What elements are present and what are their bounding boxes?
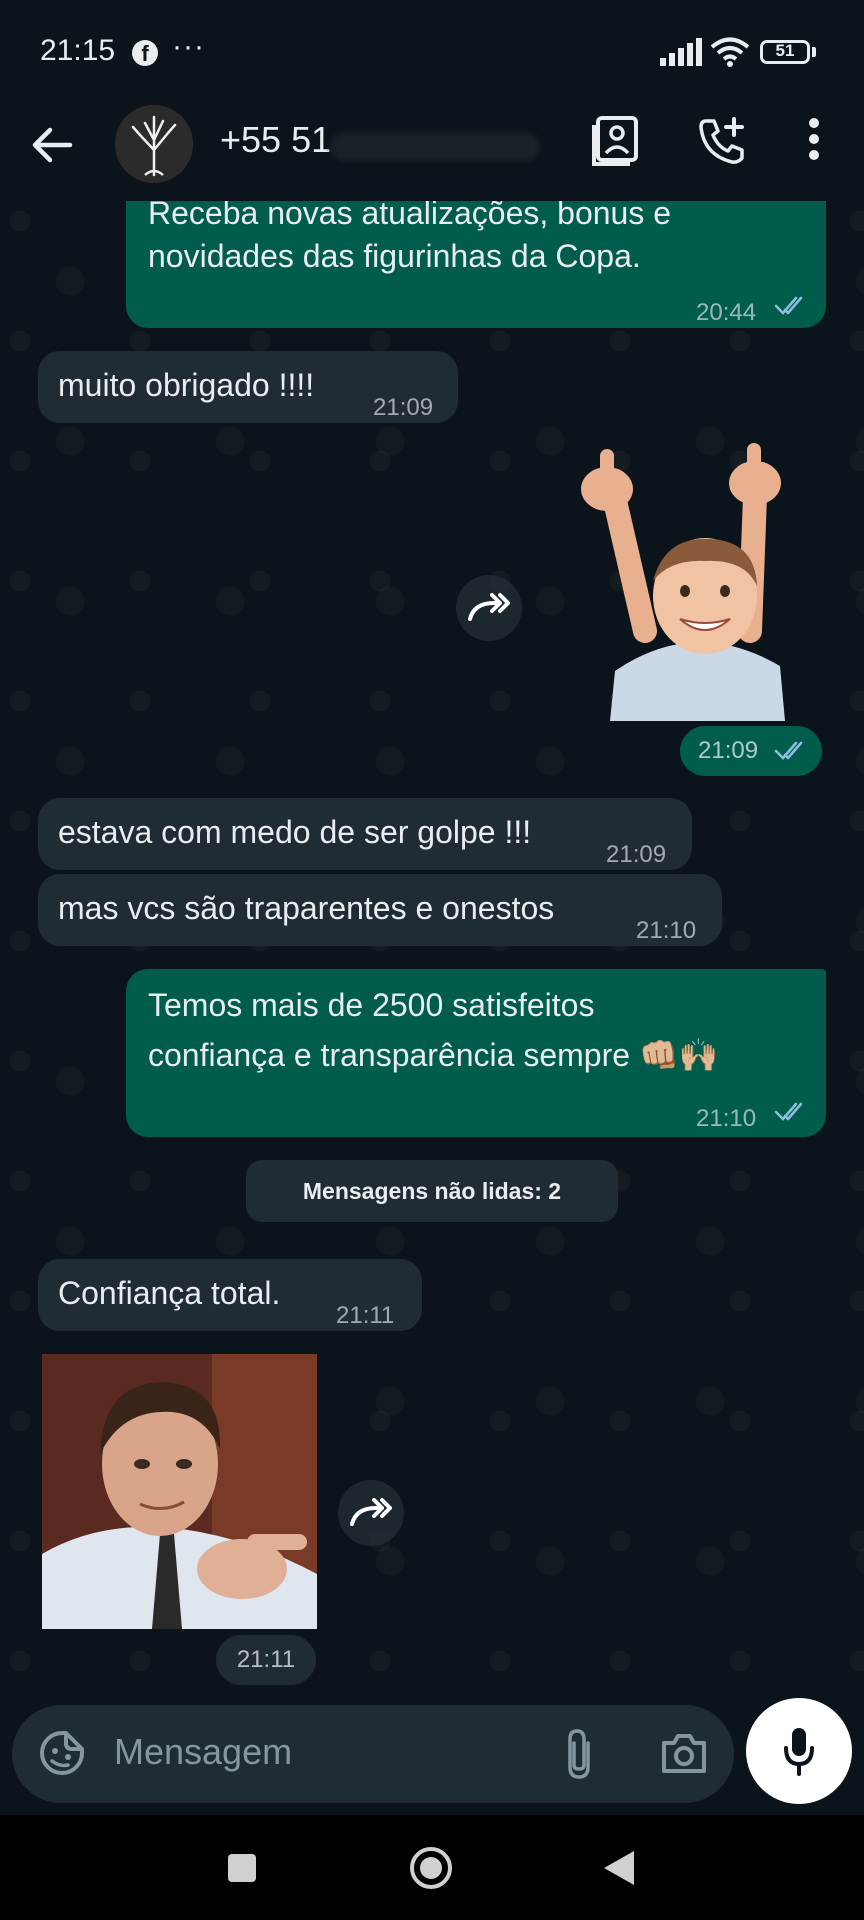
forward-icon: [350, 1498, 392, 1526]
battery-level: 51: [775, 41, 795, 60]
microphone-icon: [784, 1728, 814, 1776]
read-ticks-icon: [774, 296, 803, 315]
message-bubble-outgoing[interactable]: Receba novas atualizações, bonus e novid…: [126, 201, 826, 328]
message-text: Temos mais de 2500 satisfeitos: [148, 987, 595, 1023]
message-time: 21:09: [698, 737, 759, 764]
message-input[interactable]: Mensagem: [114, 1731, 292, 1773]
message-bubble-incoming[interactable]: Confiança total. 21:11: [38, 1259, 422, 1331]
contact-card-icon[interactable]: [592, 115, 640, 167]
battery-icon: 51: [760, 40, 810, 64]
chat-header: +55 51: [0, 105, 864, 201]
add-call-icon[interactable]: [698, 115, 746, 165]
unread-messages-banner: Mensagens não lidas: 2: [246, 1160, 618, 1222]
pointing-man-sticker[interactable]: [42, 1354, 317, 1629]
message-bubble-outgoing[interactable]: Temos mais de 2500 satisfeitos confiança…: [126, 969, 826, 1137]
message-text: novidades das figurinhas da Copa.: [148, 238, 641, 274]
message-input-bar: Mensagem: [12, 1705, 734, 1803]
attach-icon[interactable]: [562, 1727, 596, 1781]
message-time: 21:09: [373, 394, 434, 421]
message-time: 21:11: [236, 1646, 296, 1673]
recent-apps-icon[interactable]: [226, 1852, 258, 1884]
message-text: Confiança total.: [58, 1275, 281, 1311]
message-time: 20:44: [696, 299, 757, 326]
chat-area[interactable]: Receba novas atualizações, bonus e novid…: [0, 201, 864, 1705]
sticker-time-pill: 21:11: [216, 1635, 316, 1685]
home-icon[interactable]: [408, 1845, 454, 1891]
camera-icon[interactable]: [660, 1731, 708, 1775]
read-ticks-icon: [774, 741, 803, 760]
wifi-icon: [710, 37, 750, 67]
thumbs-up-kid-sticker[interactable]: [575, 441, 795, 721]
message-text: confiança e transparência sempre 👊🏼🙌🏼: [148, 1037, 719, 1073]
message-bubble-incoming[interactable]: estava com medo de ser golpe !!! 21:09: [38, 798, 692, 870]
message-text: Receba novas atualizações, bonus e: [148, 201, 672, 231]
emoji-sticker-icon[interactable]: [38, 1729, 86, 1777]
tree-avatar-icon: [115, 105, 193, 183]
voice-record-button[interactable]: [746, 1698, 852, 1804]
message-time: 21:09: [606, 841, 667, 868]
message-text: muito obrigado !!!!: [58, 367, 315, 403]
facebook-icon: f: [132, 40, 158, 66]
message-bubble-incoming[interactable]: mas vcs são traparentes e onestos 21:10: [38, 874, 722, 946]
message-time: 21:10: [636, 917, 697, 944]
overflow-menu-icon[interactable]: [804, 117, 824, 161]
sticker-time-pill: 21:09: [680, 726, 822, 776]
status-bar: 21:15 f ··· 51: [0, 0, 864, 105]
read-ticks-icon: [774, 1102, 803, 1121]
back-arrow-icon[interactable]: [30, 123, 74, 167]
back-icon[interactable]: [602, 1849, 636, 1887]
redacted-number: [330, 133, 540, 161]
battery-cap: [812, 47, 816, 57]
system-nav-bar: [0, 1815, 864, 1920]
contact-name[interactable]: +55 51: [220, 119, 331, 161]
message-text: mas vcs são traparentes e onestos: [58, 890, 555, 926]
notification-more-indicator: ···: [172, 30, 205, 63]
message-text: estava com medo de ser golpe !!!: [58, 814, 532, 850]
forward-button[interactable]: [456, 575, 522, 641]
message-time: 21:10: [696, 1105, 757, 1132]
message-bubble-incoming[interactable]: muito obrigado !!!! 21:09: [38, 351, 458, 423]
signal-icon: [660, 38, 702, 66]
message-time: 21:11: [336, 1302, 395, 1329]
avatar[interactable]: [115, 105, 193, 183]
forward-icon: [468, 593, 510, 621]
status-time: 21:15: [40, 34, 116, 67]
forward-button[interactable]: [338, 1480, 404, 1546]
